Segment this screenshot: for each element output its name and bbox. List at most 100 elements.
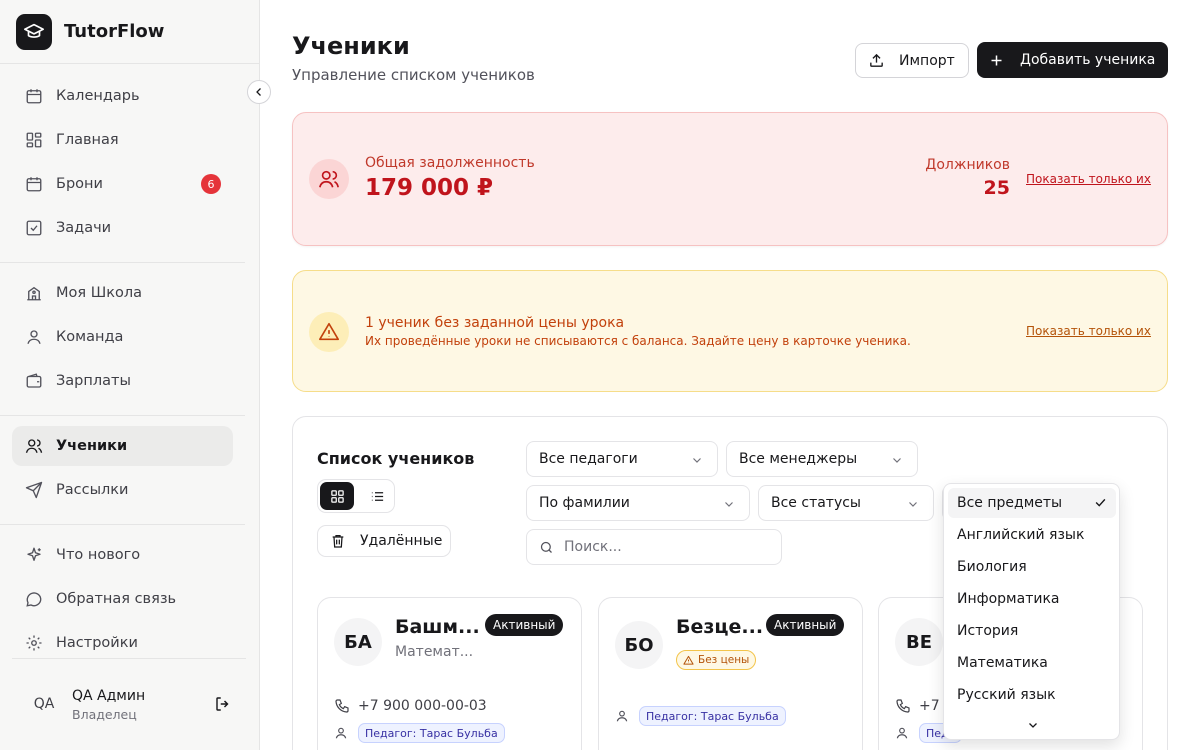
phone-number: +7 [919,698,940,714]
warning-title: 1 ученик без заданной цены урока [365,315,625,331]
list-icon [370,489,385,504]
send-icon [24,480,44,500]
sidebar-item-salaries[interactable]: Зарплаты [12,361,233,401]
avatar: QA [33,696,55,712]
sidebar-item-label: Ученики [56,438,128,454]
teacher-tag: Педагог: Тарас Бульба [639,706,786,726]
subject-option[interactable]: Русский язык [948,680,1116,710]
show-debtors-link[interactable]: Показать только их [1026,172,1151,186]
teachers-filter-value: Все педагоги [539,451,638,467]
search-input[interactable] [564,539,764,555]
add-student-label: Добавить ученика [1020,52,1156,68]
sidebar-item-tasks[interactable]: Задачи [12,208,233,248]
warning-text: Их проведённые уроки не списываются с ба… [365,334,911,348]
sidebar-item-label: Рассылки [56,482,129,498]
import-button[interactable]: Импорт [855,43,969,78]
check-icon [1093,495,1108,510]
sort-select[interactable]: По фамилии [526,485,750,521]
sidebar-item-label: Календарь [56,88,140,104]
trash-icon [330,533,346,549]
gear-icon [24,633,44,653]
student-card[interactable]: БА Башм... Активный Математ... +7 900 00… [317,597,582,750]
option-label: Информатика [957,591,1060,607]
user-role: Владелец [72,707,137,722]
option-label: Биология [957,559,1027,575]
subject-option[interactable]: Информатика [948,584,1116,614]
deleted-label: Удалённые [360,533,443,549]
teachers-filter[interactable]: Все педагоги [526,441,718,477]
option-label: Все предметы [957,495,1063,511]
grid-view-button[interactable] [320,482,354,510]
chevron-down-icon [691,454,703,466]
subject-option[interactable]: Математика [948,648,1116,678]
brand[interactable]: TutorFlow [0,0,259,64]
user-name: QA Админ [72,688,146,704]
sidebar-item-students[interactable]: Ученики [12,426,233,466]
deleted-students-button[interactable]: Удалённые [317,525,451,557]
sort-select-value: По фамилии [539,495,630,511]
phone-number: +7 900 000-00-03 [358,698,487,714]
debtors-count: 25 [983,177,1010,199]
nav-group-main: Календарь Главная Брони 6 Задачи [0,64,245,263]
chevron-down-icon [907,498,919,510]
graduation-cap-icon [16,13,52,50]
student-subject: Математ... [395,644,474,660]
search-field[interactable] [526,529,782,565]
sidebar-item-label: Главная [56,132,119,148]
sidebar-item-settings[interactable]: Настройки [12,623,233,663]
user-icon [24,327,44,347]
phone-row: +7 [895,698,940,714]
sidebar-item-whats-new[interactable]: Что нового [12,535,233,575]
managers-filter-value: Все менеджеры [739,451,858,467]
chevron-left-icon [253,86,265,98]
student-card[interactable]: БО Безце... Активный Без цены Педагог: Т… [598,597,863,750]
sidebar-item-calendar[interactable]: Календарь [12,76,233,116]
nav-group-students: Ученики Рассылки [0,416,245,525]
subject-option[interactable]: Английский язык [948,520,1116,550]
subject-option[interactable]: История [948,616,1116,646]
option-label: Математика [957,655,1048,671]
upload-icon [868,52,885,69]
teacher-tag: Педагог: Тарас Бульба [358,723,505,743]
sidebar-item-label: Задачи [56,220,112,236]
managers-filter[interactable]: Все менеджеры [726,441,918,477]
chevron-down-icon[interactable] [1027,719,1039,731]
phone-icon [895,698,911,714]
chevron-down-icon [723,498,735,510]
sidebar-item-mailings[interactable]: Рассылки [12,470,233,510]
status-filter[interactable]: Все статусы [758,485,934,521]
nav-group-school: Моя Школа Команда Зарплаты [0,263,245,416]
sidebar-item-label: Команда [56,329,124,345]
calendar-icon [24,174,44,194]
show-no-price-link[interactable]: Показать только их [1026,324,1151,338]
sidebar-item-bookings[interactable]: Брони 6 [12,164,233,204]
users-icon [309,159,349,199]
phone-icon [334,698,350,714]
option-label: Английский язык [957,527,1085,543]
brand-name: TutorFlow [64,21,165,42]
subjects-dropdown: Все предметы Английский язык Биология Ин… [943,483,1120,740]
users-icon [24,436,44,456]
logout-icon[interactable] [214,695,232,717]
calendar-icon [24,86,44,106]
sidebar-item-team[interactable]: Команда [12,317,233,357]
sidebar-item-feedback[interactable]: Обратная связь [12,579,233,619]
list-view-button[interactable] [360,482,394,510]
option-label: Русский язык [957,687,1056,703]
search-icon [539,540,554,555]
checkbox-icon [24,218,44,238]
student-name: Безце... [676,616,764,638]
subject-option[interactable]: Биология [948,552,1116,582]
warning-icon [309,312,349,352]
sidebar-item-school[interactable]: Моя Школа [12,273,233,313]
warning-icon [683,655,694,666]
user-icon [895,726,909,740]
collapse-sidebar-button[interactable] [247,80,271,104]
import-label: Импорт [899,52,955,69]
nav-group-misc: Что нового Обратная связь Настройки [0,525,245,677]
school-icon [24,283,44,303]
sidebar-item-home[interactable]: Главная [12,120,233,160]
add-student-button[interactable]: Добавить ученика [977,42,1168,78]
subject-option-all[interactable]: Все предметы [948,488,1116,518]
sidebar-item-label: Что нового [56,547,141,563]
